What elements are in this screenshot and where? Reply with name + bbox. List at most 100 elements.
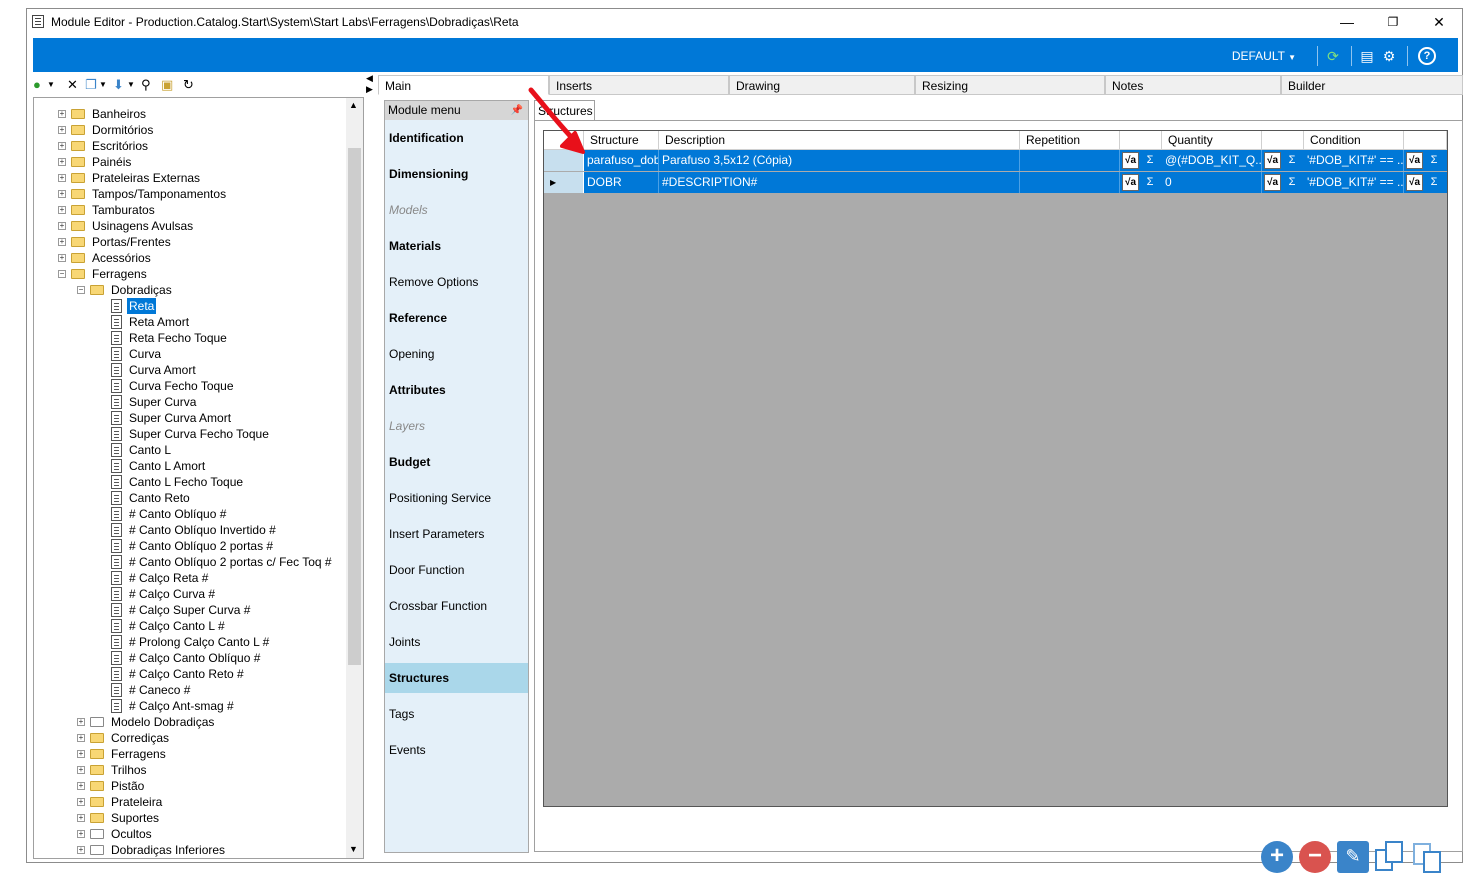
expand-icon[interactable]: + <box>77 750 85 758</box>
sum-icon[interactable]: Σ <box>1425 172 1443 193</box>
tab-structures[interactable]: Structures <box>534 100 595 120</box>
pin-icon[interactable]: 📌 <box>511 101 523 120</box>
remove-button[interactable]: − <box>1299 841 1331 873</box>
column-header-description[interactable]: Description <box>659 131 1020 150</box>
cell-structure[interactable]: parafuso_dob <box>584 150 659 171</box>
chevron-down-icon[interactable]: ▼ <box>99 77 107 93</box>
formula-icon[interactable]: √a <box>1406 174 1423 191</box>
panel-splitter[interactable]: ◀ ▶ <box>366 73 376 94</box>
menu-item-positioning-service[interactable]: Positioning Service <box>385 483 528 513</box>
column-header-quantity[interactable]: Quantity <box>1162 131 1262 150</box>
maximize-button[interactable]: ❐ <box>1370 9 1416 37</box>
scroll-up-icon[interactable]: ▲ <box>349 100 358 110</box>
menu-item-joints[interactable]: Joints <box>385 627 528 657</box>
expand-icon[interactable]: + <box>77 830 85 838</box>
cell-quantity[interactable]: @(#DOB_KIT_Q... <box>1162 150 1262 171</box>
help-icon[interactable]: ? <box>1418 47 1436 65</box>
column-header-repetition[interactable]: Repetition <box>1020 131 1120 150</box>
expand-icon[interactable]: + <box>58 126 66 134</box>
cell-description[interactable]: #DESCRIPTION# <box>659 172 1020 193</box>
menu-item-reference[interactable]: Reference <box>385 303 528 333</box>
menu-item-tags[interactable]: Tags <box>385 699 528 729</box>
tab-main[interactable]: Main <box>378 75 549 95</box>
expand-icon[interactable]: + <box>77 814 85 822</box>
expand-icon[interactable]: + <box>77 718 85 726</box>
formula-icon[interactable]: √a <box>1406 152 1423 169</box>
cell-condition[interactable]: '#DOB_KIT#' == ... <box>1304 150 1404 171</box>
collapse-icon[interactable]: − <box>58 270 66 278</box>
settings-icon[interactable]: ⚙ <box>1381 48 1397 64</box>
expand-icon[interactable]: + <box>58 222 66 230</box>
menu-item-materials[interactable]: Materials <box>385 231 528 261</box>
sum-icon[interactable]: Σ <box>1425 150 1443 171</box>
add-button[interactable]: + <box>1261 841 1293 873</box>
tree-scrollbar[interactable]: ▲ ▼ <box>346 98 363 858</box>
expand-icon[interactable]: + <box>58 254 66 262</box>
formula-icon[interactable]: √a <box>1264 152 1281 169</box>
expand-icon[interactable]: + <box>77 766 85 774</box>
menu-item-attributes[interactable]: Attributes <box>385 375 528 405</box>
paste-button[interactable] <box>1413 841 1445 873</box>
cell-repetition[interactable] <box>1020 150 1120 171</box>
chevron-down-icon[interactable]: ▼ <box>47 77 55 93</box>
table-row[interactable]: ▶ DOBR #DESCRIPTION# 0 '#DOB_KIT#' == ... √a Σ… <box>544 172 1447 193</box>
menu-item-remove-options[interactable]: Remove Options <box>385 267 528 297</box>
expand-icon[interactable]: + <box>58 174 66 182</box>
expand-icon[interactable]: + <box>77 798 85 806</box>
scroll-thumb[interactable] <box>348 148 361 665</box>
column-header-structure[interactable]: Structure <box>584 131 659 150</box>
cell-condition[interactable]: '#DOB_KIT#' == ... <box>1304 172 1404 193</box>
menu-item-identification[interactable]: Identification <box>385 123 528 153</box>
collapse-icon[interactable]: − <box>77 286 85 294</box>
expand-icon[interactable]: + <box>77 782 85 790</box>
expand-icon[interactable]: + <box>77 734 85 742</box>
row-selector[interactable] <box>544 150 584 171</box>
profile-dropdown[interactable]: DEFAULT ▼ <box>1232 49 1296 63</box>
sum-icon[interactable]: Σ <box>1141 172 1159 193</box>
tab-drawing[interactable]: Drawing <box>729 75 915 95</box>
sum-icon[interactable]: Σ <box>1283 172 1301 193</box>
minimize-button[interactable]: — <box>1324 9 1370 37</box>
expand-icon[interactable]: + <box>58 142 66 150</box>
cell-description[interactable]: Parafuso 3,5x12 (Cópia) <box>659 150 1020 171</box>
menu-item-dimensioning[interactable]: Dimensioning <box>385 159 528 189</box>
table-row[interactable]: parafuso_dob Parafuso 3,5x12 (Cópia) @(#DO… <box>544 150 1447 171</box>
expand-icon[interactable]: + <box>58 158 66 166</box>
tab-resizing[interactable]: Resizing <box>915 75 1105 95</box>
tab-builder[interactable]: Builder <box>1281 75 1463 95</box>
column-header-condition[interactable]: Condition <box>1304 131 1404 150</box>
expand-icon[interactable]: + <box>58 110 66 118</box>
expand-icon[interactable]: + <box>58 206 66 214</box>
row-selector[interactable]: ▶ <box>544 172 584 193</box>
refresh-tree-icon[interactable]: ↻ <box>183 77 194 93</box>
menu-item-structures[interactable]: Structures <box>385 663 528 693</box>
cell-quantity[interactable]: 0 <box>1162 172 1262 193</box>
refresh-icon[interactable]: ⟳ <box>1325 48 1341 64</box>
sum-icon[interactable]: Σ <box>1141 150 1159 171</box>
expand-icon[interactable]: + <box>77 846 85 854</box>
cell-structure[interactable]: DOBR <box>584 172 659 193</box>
formula-icon[interactable]: √a <box>1264 174 1281 191</box>
close-button[interactable]: ✕ <box>1416 9 1462 37</box>
menu-item-events[interactable]: Events <box>385 735 528 765</box>
menu-item-door-function[interactable]: Door Function <box>385 555 528 585</box>
expand-icon[interactable]: + <box>58 190 66 198</box>
copy-icon[interactable]: ❐ <box>85 77 97 93</box>
menu-item-insert-parameters[interactable]: Insert Parameters <box>385 519 528 549</box>
find-icon[interactable]: ⚲ <box>141 77 151 93</box>
sum-icon[interactable]: Σ <box>1283 150 1301 171</box>
menu-item-opening[interactable]: Opening <box>385 339 528 369</box>
catalog-icon[interactable]: ▤ <box>1359 48 1375 64</box>
formula-icon[interactable]: √a <box>1122 152 1139 169</box>
expand-icon[interactable]: + <box>58 238 66 246</box>
move-icon[interactable]: ⬇ <box>113 77 124 93</box>
formula-icon[interactable]: √a <box>1122 174 1139 191</box>
scroll-down-icon[interactable]: ▼ <box>349 844 358 854</box>
chevron-down-icon[interactable]: ▼ <box>127 77 135 93</box>
tab-inserts[interactable]: Inserts <box>549 75 729 95</box>
edit-button[interactable]: ✎ <box>1337 841 1369 873</box>
delete-icon[interactable]: ✕ <box>67 77 78 93</box>
export-icon[interactable]: ▣ <box>161 77 173 93</box>
duplicate-button[interactable] <box>1375 841 1407 873</box>
menu-item-crossbar-function[interactable]: Crossbar Function <box>385 591 528 621</box>
